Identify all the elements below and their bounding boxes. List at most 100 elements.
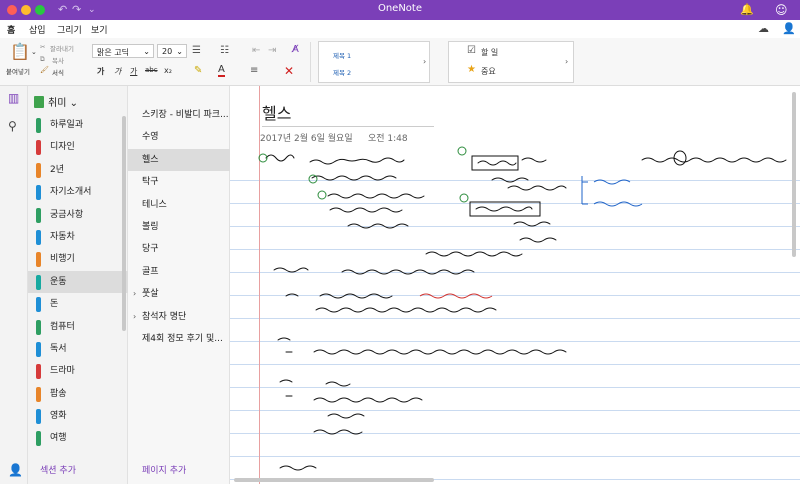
format-painter-button[interactable]: 서식 [52,67,64,77]
section-item[interactable]: 드라마 [28,360,128,382]
section-item[interactable]: 자기소개서 [28,181,128,203]
sections-scrollbar[interactable] [122,116,126,331]
styles-gallery[interactable]: 제목 1 제목 2 › [318,41,430,83]
section-item[interactable]: 자동차 [28,226,128,248]
section-color-tab [36,319,41,335]
page-label: 볼링 [142,221,159,232]
section-item[interactable]: 팝송 [28,383,128,405]
section-color-tab [36,185,41,201]
chevron-right-icon[interactable]: › [423,57,426,66]
chevron-right-icon[interactable]: › [133,306,136,328]
page-item[interactable]: 헬스 [128,148,230,172]
tab-draw[interactable]: 그리기 [56,23,83,36]
note-canvas[interactable]: 헬스 2017년 2월 6일 월요일 오전 1:48 [230,86,800,484]
bullet-list-icon[interactable]: ☰ [192,45,201,56]
style-heading-2[interactable]: 제목 2 [333,67,351,77]
bold-button[interactable]: 가 [97,66,104,77]
page-label: 당구 [142,244,159,255]
chevron-right-icon[interactable]: › [565,57,568,66]
tab-view[interactable]: 보기 [90,23,109,36]
section-label: 팝송 [50,388,67,399]
page-label: 골프 [142,266,159,277]
page-list: 스키장 - 비발디 파크... 수영 헬스 탁구 테니스볼링당구골프 › 풋살 › 참석자 명단… [128,104,230,350]
numbered-list-icon[interactable]: ☷ [220,45,229,56]
section-item[interactable]: 여행 [28,427,128,449]
canvas-scrollbar-v[interactable] [792,92,796,257]
copy-button[interactable]: 복사 [52,55,64,65]
cut-button[interactable]: 잘라내기 [50,43,74,53]
underline-button[interactable]: 가 [130,66,137,77]
tags-gallery[interactable]: ☑ 할 일 ★ 중요 › [448,41,574,83]
section-color-tab [36,431,41,447]
tab-insert[interactable]: 삽입 [28,23,47,36]
notification-bell-icon[interactable]: 🔔 [740,2,754,18]
font-size-select[interactable]: 20 ⌄ [157,44,187,58]
style-heading-1[interactable]: 제목 1 [333,50,351,60]
notebook-selector[interactable]: 취미 ⌄ [34,94,78,109]
section-item[interactable]: 영화 [28,405,128,427]
section-color-tab [36,252,41,268]
section-item[interactable]: 운동 [28,270,128,294]
italic-button[interactable]: 가 [114,66,121,77]
search-icon[interactable]: ⚲ [8,119,17,133]
section-item[interactable]: 2년 [28,159,128,181]
font-color-icon[interactable]: A [218,65,225,77]
page-item[interactable]: 제4회 정모 후기 및... [128,328,230,350]
chevron-down-icon: ⌄ [143,47,150,56]
section-label: 영화 [50,411,67,422]
paste-icon[interactable]: 📋 [10,42,30,61]
page-item[interactable]: 당구 [128,238,230,260]
star-icon[interactable]: ★ [467,64,476,75]
page-item[interactable]: 탁구 [128,171,230,193]
add-page-button[interactable]: 페이지 추가 [142,463,186,476]
section-item[interactable]: 비행기 [28,248,128,270]
section-item[interactable]: 컴퓨터 [28,316,128,338]
sync-icon[interactable]: ☁ [758,22,769,35]
add-section-button[interactable]: 섹션 추가 [40,463,76,476]
page-item[interactable]: › 풋살 [128,283,230,305]
font-name-select[interactable]: 맑은 고딕 ⌄ [92,44,154,58]
notebooks-icon[interactable]: ▥ [8,91,19,105]
section-label: 하루일과 [50,120,84,130]
section-label: 디자인 [50,142,75,153]
paste-dropdown-icon[interactable]: ⌄ [31,48,37,56]
scissors-icon[interactable]: ✂ [40,43,45,51]
canvas-scrollbar-h[interactable] [234,478,434,482]
copy-icon[interactable]: ⧉ [40,55,45,64]
checkbox-icon[interactable]: ☑ [467,45,476,56]
page-item[interactable]: › 참석자 명단 [128,306,230,328]
page-item[interactable]: 골프 [128,261,230,283]
handwriting-ink[interactable] [230,86,800,484]
section-label: 드라마 [50,366,75,377]
format-painter-icon[interactable]: 🖌 [40,66,49,74]
section-color-tab [36,162,41,178]
section-item[interactable]: 하루일과 [28,114,128,136]
section-color-tab [36,364,41,380]
align-icon[interactable]: ≡ [250,65,258,76]
feedback-smiley-icon[interactable]: ☺ [775,2,788,18]
chevron-right-icon[interactable]: › [133,283,136,305]
section-item[interactable]: 독서 [28,338,128,360]
strikethrough-button[interactable]: abc [145,66,158,74]
decrease-indent-icon[interactable]: ⇤ [252,45,260,56]
tag-todo[interactable]: 할 일 [481,47,498,58]
page-item[interactable]: 수영 [128,126,230,148]
page-label: 제4회 정모 후기 및... [142,333,223,344]
account-avatar-icon[interactable]: 👤 [8,463,23,477]
paste-button[interactable]: 붙여넣기 [6,66,30,76]
page-item[interactable]: 스키장 - 비발디 파크... [128,104,230,126]
page-item[interactable]: 테니스 [128,194,230,216]
share-icon[interactable]: 👤 [782,22,796,35]
clear-formatting-icon[interactable]: A̸ [292,44,299,55]
tag-important[interactable]: 중요 [481,66,496,77]
delete-icon[interactable]: ✕ [284,64,294,78]
section-item[interactable]: 디자인 [28,136,128,158]
page-label: 풋살 [142,289,159,300]
section-item[interactable]: 궁금사항 [28,204,128,226]
increase-indent-icon[interactable]: ⇥ [268,45,276,56]
page-item[interactable]: 볼링 [128,216,230,238]
section-color-tab [36,207,41,223]
highlight-icon[interactable]: ✎ [194,65,202,76]
section-item[interactable]: 돈 [28,293,128,315]
subscript-button[interactable]: x₂ [164,66,172,75]
